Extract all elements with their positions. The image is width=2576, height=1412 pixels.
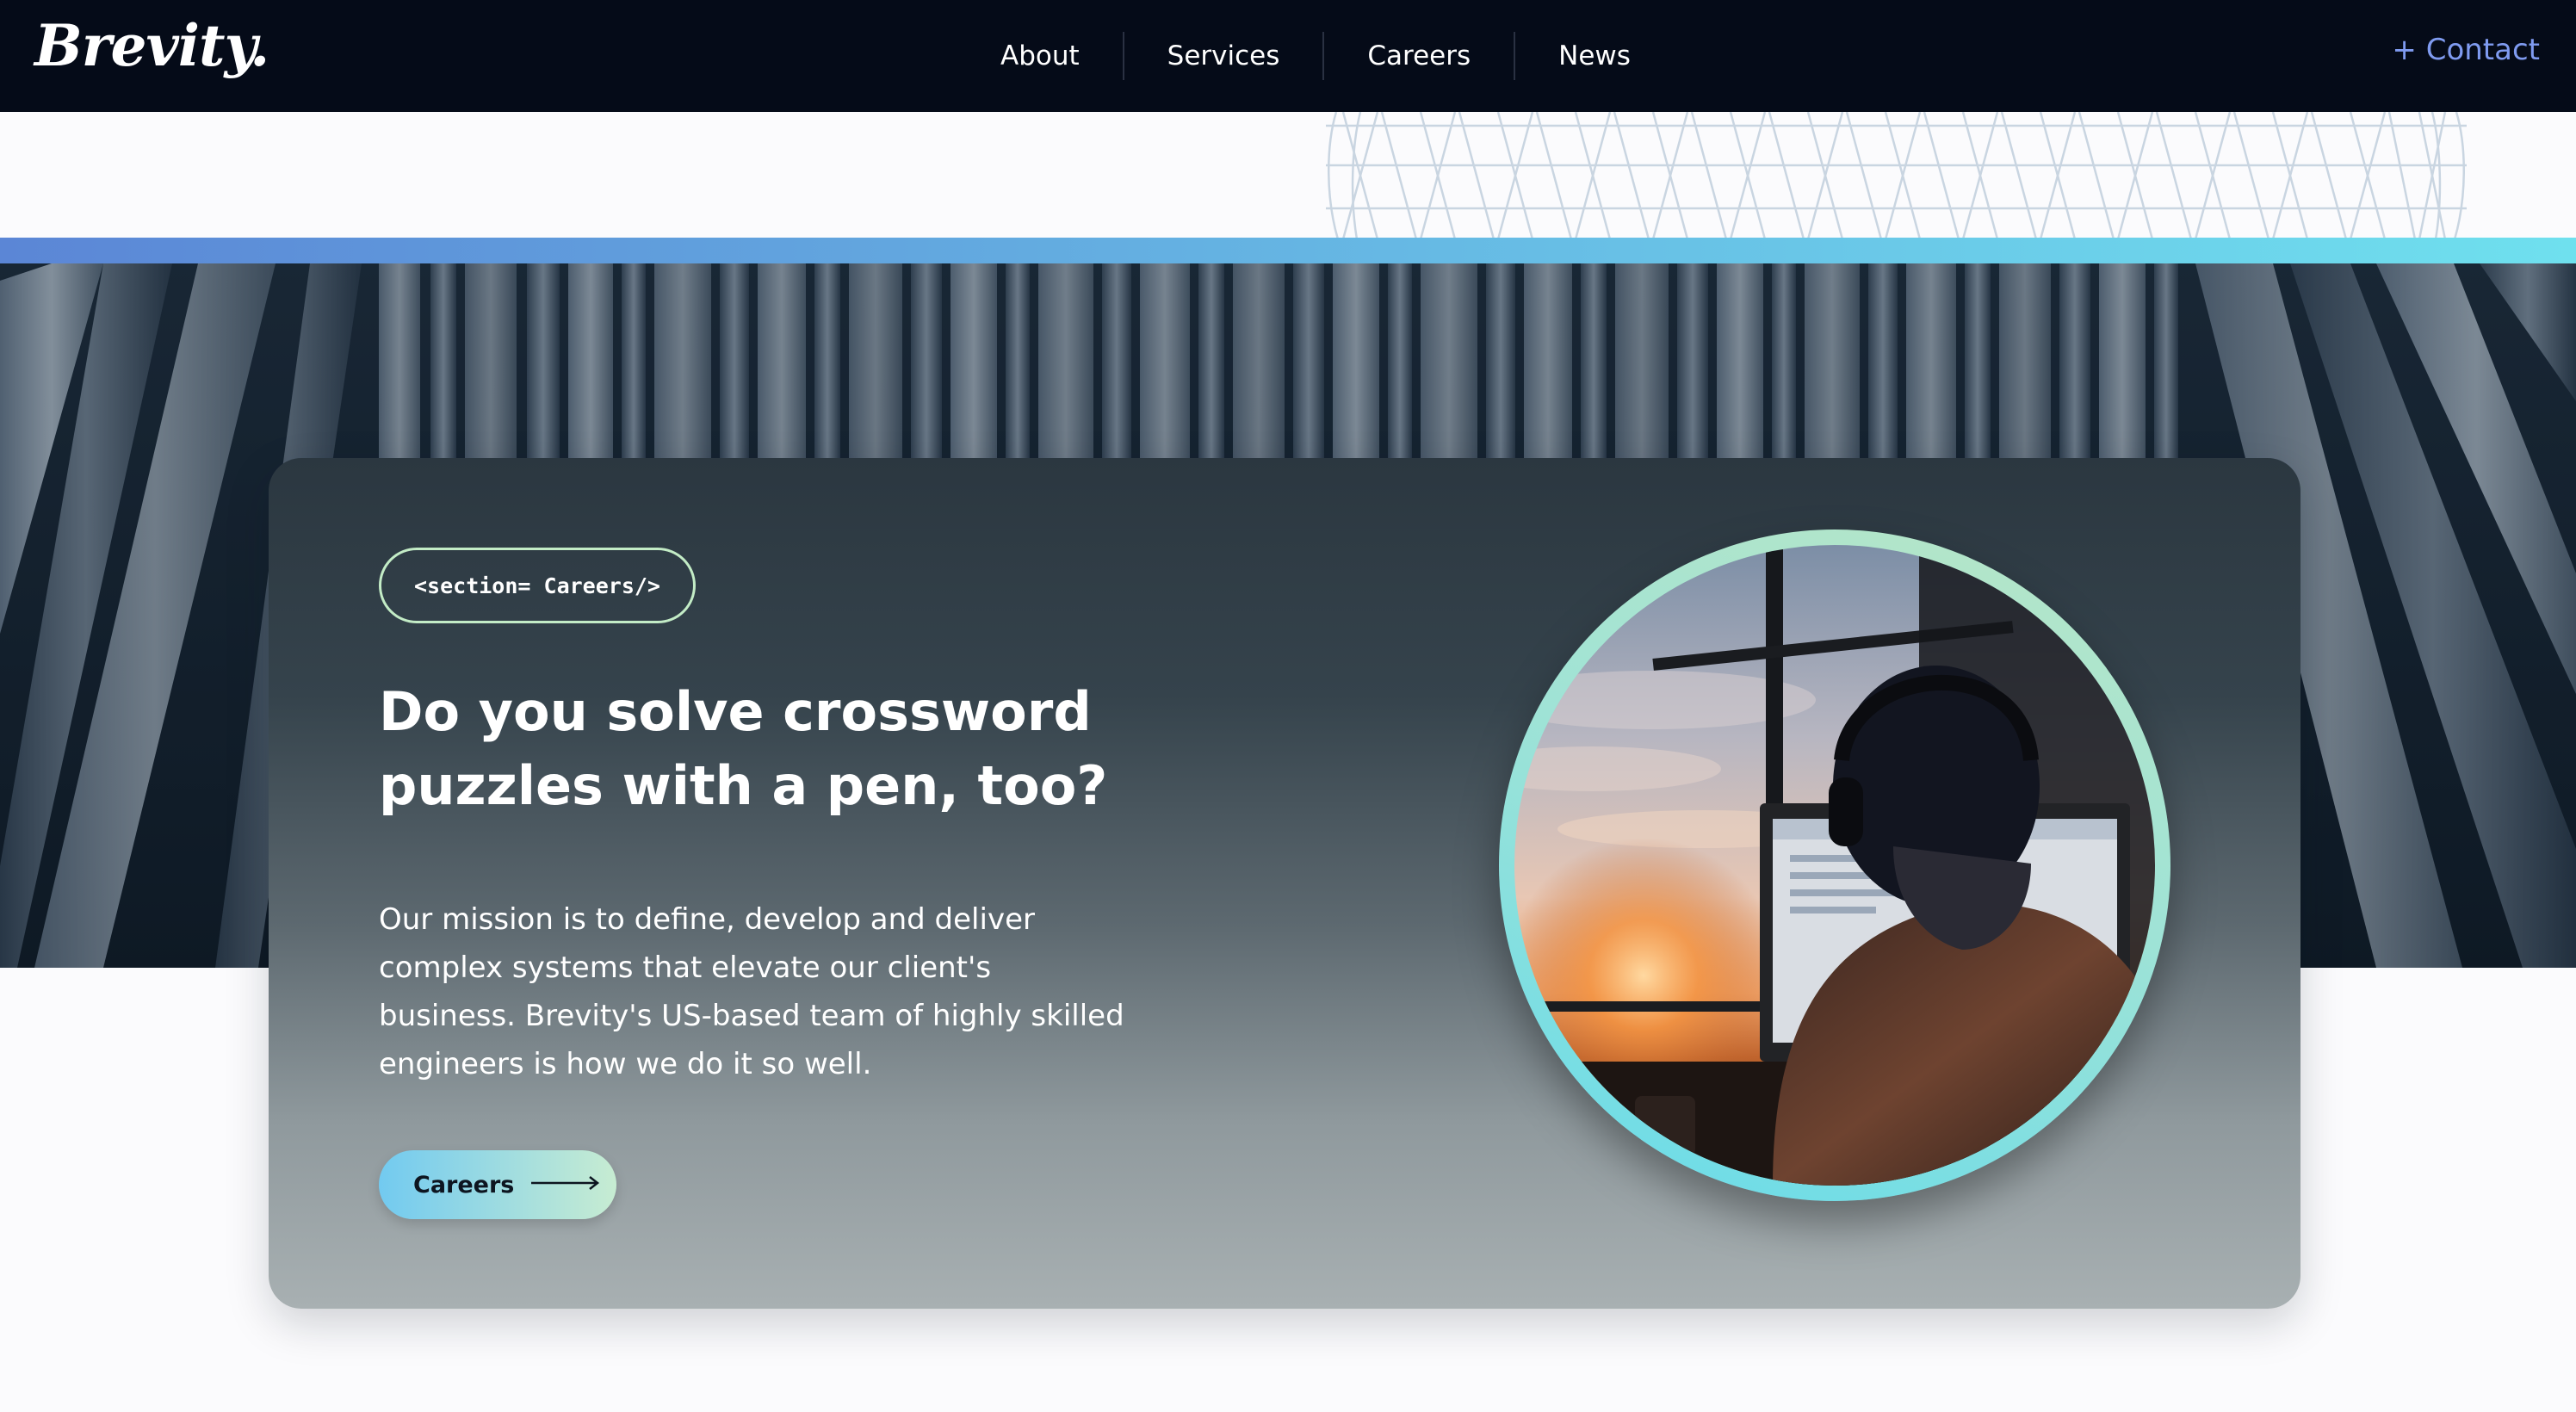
main-nav: About Services Careers News — [957, 0, 1674, 112]
careers-button-label: Careers — [413, 1171, 515, 1198]
top-navbar: Brevity. About Services Careers News + C… — [0, 0, 2576, 112]
person-at-computer-photo — [1514, 545, 2155, 1186]
careers-button[interactable]: Careers — [379, 1150, 616, 1219]
photo-frame — [1499, 530, 2170, 1201]
nav-link-news[interactable]: News — [1515, 40, 1674, 71]
mission-paragraph: Our mission is to define, develop and de… — [379, 902, 1124, 1081]
brevity-logo[interactable]: Brevity. — [34, 12, 269, 79]
accent-gradient-stripe — [0, 238, 2576, 263]
nav-link-careers[interactable]: Careers — [1324, 40, 1514, 71]
hero-headline: Do you solve crossword puzzles with a pe… — [379, 680, 1108, 817]
arrow-right-icon — [531, 1174, 600, 1195]
nav-link-about[interactable]: About — [957, 40, 1123, 71]
section-tag: <section= Careers/> — [379, 548, 696, 623]
contact-link[interactable]: + Contact — [2392, 33, 2540, 67]
wireframe-globe-decoration — [1326, 112, 2467, 239]
nav-link-services[interactable]: Services — [1124, 40, 1323, 71]
